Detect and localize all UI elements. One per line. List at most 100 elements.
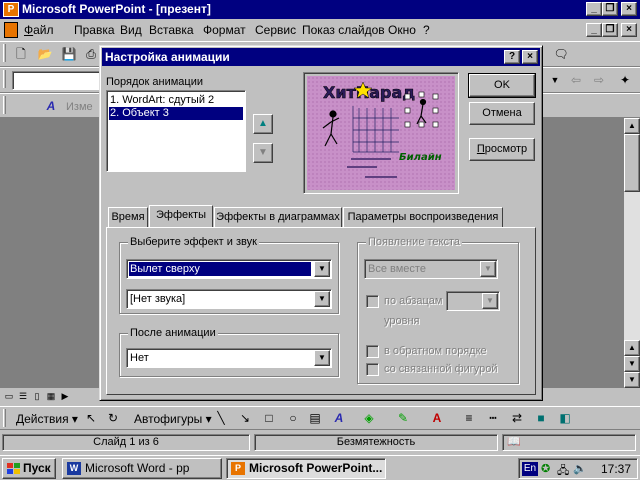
textbox-icon[interactable]: ▤	[304, 408, 326, 428]
help-assistant-icon[interactable]: 🗨	[550, 44, 572, 64]
text-introduction-dropdown[interactable]: Все вместе ▼	[364, 259, 498, 279]
address-dropdown-icon[interactable]: ▼	[544, 70, 566, 90]
line-style-icon[interactable]: ≡	[458, 408, 480, 428]
maximize-icon[interactable]: ❐	[602, 2, 618, 16]
move-up-icon[interactable]: ▲	[253, 114, 273, 134]
volume-icon[interactable]: 🔈	[573, 462, 587, 475]
autoshapes-menu[interactable]: Автофигуры ▾	[134, 412, 212, 426]
network-icon[interactable]: 🖧	[557, 462, 569, 480]
with-shape-checkbox[interactable]	[366, 363, 379, 376]
scroll-up-page-icon[interactable]: ▲	[624, 340, 640, 356]
menu-slideshow[interactable]: Показ слайдов	[302, 23, 385, 37]
insert-wordart-icon[interactable]: A	[328, 408, 350, 428]
sound-dropdown[interactable]: [Нет звука] ▼	[126, 289, 332, 309]
oval-icon[interactable]: ○	[282, 408, 304, 428]
list-item[interactable]: 2. Объект 3	[109, 107, 243, 120]
dialog-close-button[interactable]: ×	[522, 50, 538, 64]
language-indicator[interactable]: En	[522, 462, 538, 476]
drawing-toolbar: Действия ▾ ↖ ↻ Автофигуры ▾ ╲ ↘ □ ○ ▤ A …	[0, 406, 640, 430]
close-icon[interactable]: ×	[621, 2, 637, 16]
back-icon[interactable]: ⇦	[565, 70, 587, 90]
menu-format[interactable]: Формат	[203, 23, 246, 37]
scroll-down-page-icon[interactable]: ▼	[624, 356, 640, 372]
slideshow-view-icon[interactable]: ▶	[58, 388, 72, 404]
menu-view[interactable]: Вид	[120, 23, 142, 37]
open-icon[interactable]: 📂	[34, 44, 56, 64]
tab-timing[interactable]: Время	[108, 207, 148, 227]
chevron-down-icon[interactable]: ▼	[314, 350, 330, 366]
outline-view-icon[interactable]: ☰	[16, 388, 30, 404]
ok-button[interactable]: OK	[468, 73, 536, 98]
after-animation-dropdown[interactable]: Нет ▼	[126, 348, 332, 368]
scroll-thumb[interactable]	[624, 134, 640, 192]
clock[interactable]: 17:37	[601, 462, 631, 476]
normal-view-icon[interactable]: ▭	[2, 388, 16, 404]
dash-style-icon[interactable]: ┅	[482, 408, 504, 428]
office-assistant-icon[interactable]: ✦	[614, 70, 636, 90]
toolbar-grip	[3, 96, 6, 114]
rectangle-icon[interactable]: □	[258, 408, 280, 428]
document-icon[interactable]	[4, 22, 18, 38]
select-pointer-icon[interactable]: ↖	[80, 408, 102, 428]
toolbar-grip	[3, 70, 6, 88]
doc-minimize-icon[interactable]: _	[586, 23, 602, 37]
vertical-scrollbar[interactable]: ▲ ▲ ▼ ▼	[624, 118, 640, 388]
shadow-icon[interactable]: ■	[530, 408, 552, 428]
menu-file[interactable]: Файл	[24, 23, 54, 37]
arrow-style-icon[interactable]: ⇄	[506, 408, 528, 428]
forward-icon[interactable]: ⇨	[588, 70, 610, 90]
tab-play-settings[interactable]: Параметры воспроизведения	[343, 207, 503, 227]
by-paragraph-checkbox[interactable]	[366, 295, 379, 308]
doc-restore-icon[interactable]: ❐	[602, 23, 618, 37]
cancel-button[interactable]: Отмена	[469, 102, 535, 125]
save-icon[interactable]: 💾	[58, 44, 80, 64]
chevron-down-icon[interactable]: ▼	[314, 261, 330, 277]
scroll-down-icon[interactable]: ▼	[624, 372, 640, 388]
menu-window[interactable]: Окно	[388, 23, 416, 37]
format-toolbar-label[interactable]: Изме	[66, 101, 93, 113]
dialog-titlebar[interactable]: Настройка анимации ? ×	[102, 48, 540, 66]
powerpoint-app-icon[interactable]: P	[3, 2, 19, 17]
antivirus-icon[interactable]: ✪	[541, 462, 550, 475]
menu-insert[interactable]: Вставка	[149, 23, 194, 37]
start-button[interactable]: Пуск	[2, 458, 56, 479]
app-titlebar[interactable]: P Microsoft PowerPoint - [презент] _ ❐ ×	[0, 0, 640, 19]
paragraph-level-dropdown[interactable]: ▼	[446, 291, 500, 311]
free-rotate-icon[interactable]: ↻	[102, 408, 124, 428]
fill-color-icon[interactable]: ◈	[358, 408, 380, 428]
task-word[interactable]: W Microsoft Word - pp	[62, 458, 222, 479]
tab-effects[interactable]: Эффекты	[149, 205, 213, 227]
task-powerpoint[interactable]: P Microsoft PowerPoint...	[226, 458, 386, 479]
animation-order-list[interactable]: 1. WordArt: сдутый 2 2. Объект 3	[106, 90, 246, 172]
arrow-icon[interactable]: ↘	[234, 408, 256, 428]
line-icon[interactable]: ╲	[210, 408, 232, 428]
chevron-down-icon[interactable]: ▼	[314, 291, 330, 307]
effect-dropdown[interactable]: Вылет сверху ▼	[126, 259, 332, 279]
tab-chart-effects[interactable]: Эффекты в диаграммах	[214, 207, 342, 227]
task-powerpoint-label: Microsoft PowerPoint...	[249, 461, 383, 475]
menu-help[interactable]: ?	[423, 23, 430, 37]
scroll-up-icon[interactable]: ▲	[624, 118, 640, 134]
list-item[interactable]: 1. WordArt: сдутый 2	[109, 94, 243, 107]
line-color-icon[interactable]: ✎	[392, 408, 414, 428]
minimize-icon[interactable]: _	[586, 2, 602, 16]
wordart-icon[interactable]: A	[40, 96, 62, 116]
chevron-down-icon[interactable]: ▼	[482, 293, 498, 309]
chevron-down-icon[interactable]: ▼	[480, 261, 496, 277]
3d-icon[interactable]: ◧	[554, 408, 576, 428]
preview-button[interactable]: Просмотр	[469, 138, 535, 161]
move-down-icon[interactable]: ▼	[253, 143, 273, 163]
sorter-view-icon[interactable]: ▦	[44, 388, 58, 404]
preview-graphic: ХитПарад Билайн	[307, 76, 455, 190]
actions-menu[interactable]: Действия ▾	[16, 412, 78, 426]
reverse-order-checkbox[interactable]	[366, 345, 379, 358]
new-icon[interactable]: 🗋	[10, 44, 32, 64]
toolbar-grip	[3, 44, 6, 62]
menu-edit[interactable]: Правка	[74, 23, 115, 37]
dialog-help-button[interactable]: ?	[504, 50, 520, 64]
slide-view-icon[interactable]: ▯	[30, 388, 44, 404]
menu-tools[interactable]: Сервис	[255, 23, 296, 37]
font-color-icon[interactable]: A	[426, 408, 448, 428]
doc-close-icon[interactable]: ×	[621, 23, 637, 37]
effect-sound-group-title: Выберите эффект и звук	[128, 236, 259, 248]
